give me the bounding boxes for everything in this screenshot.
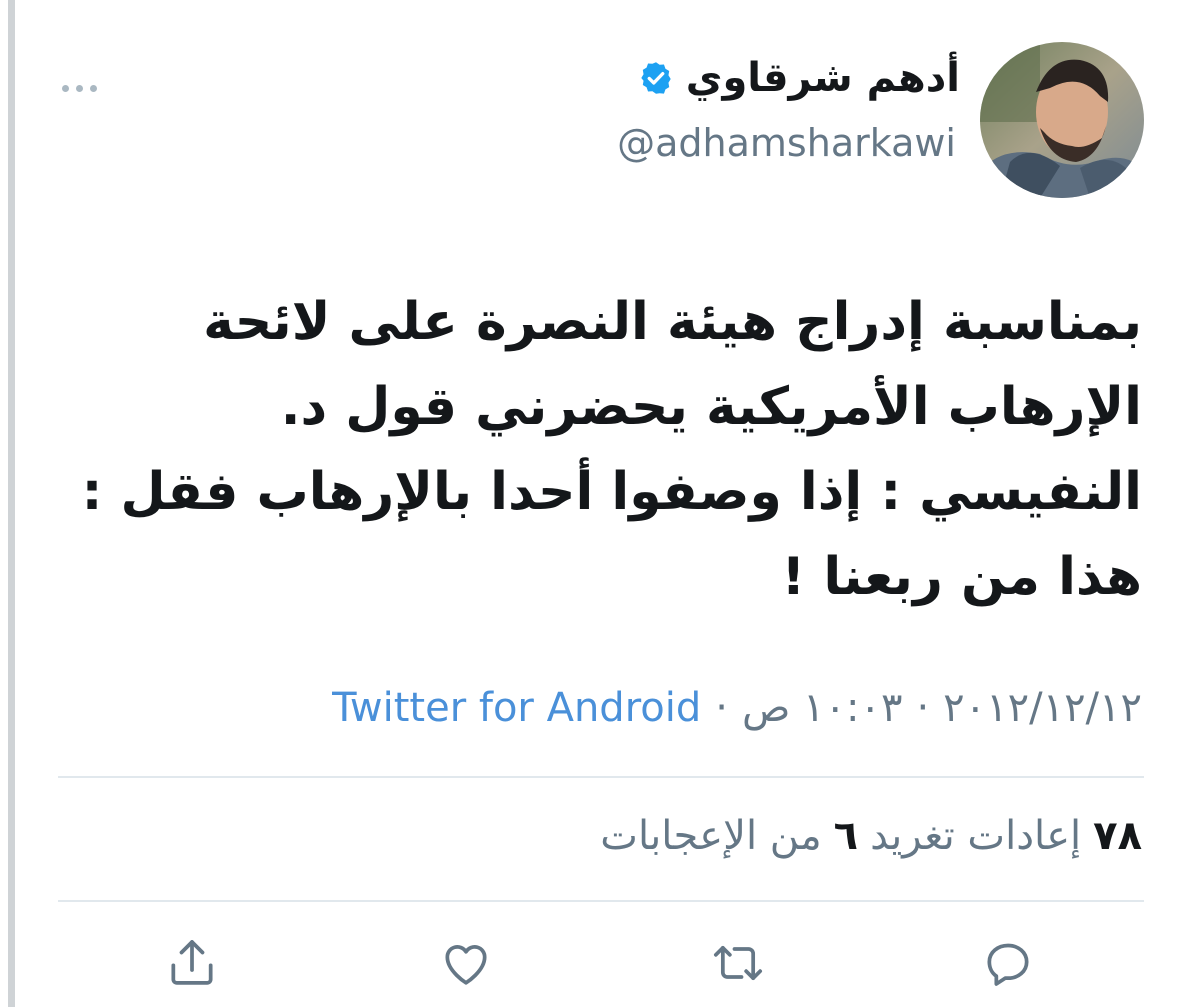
tweet-text-line: الإرهاب الأمريكية يحضرني قول د. — [280, 377, 1142, 437]
likes-count: ٦ — [833, 813, 859, 859]
like-icon[interactable] — [438, 935, 494, 991]
thread-line — [8, 0, 15, 1007]
avatar[interactable] — [980, 42, 1144, 198]
tweet-text: بمناسبة إدراج هيئة النصرة على لائحة الإر… — [81, 280, 1143, 620]
verified-badge-icon — [641, 62, 671, 94]
tweet-text-line: هذا من ربعنا ! — [781, 547, 1143, 607]
likes-stat[interactable]: ٦ من الإعجابات — [600, 816, 858, 856]
dot — [90, 84, 97, 92]
tweet-text-line: بمناسبة إدراج هيئة النصرة على لائحة — [203, 292, 1142, 352]
tweet-time[interactable]: ١٠:٠٣ ص — [742, 688, 903, 728]
tweet-text-line: النفيسي : إذا وصفوا أحدا بالإرهاب فقل : — [81, 462, 1142, 522]
dot — [76, 84, 83, 92]
more-options-icon[interactable] — [62, 78, 104, 98]
meta-separator: · — [916, 685, 930, 731]
retweet-icon[interactable] — [710, 935, 766, 991]
reply-icon[interactable] — [980, 935, 1036, 991]
author-display-name[interactable]: أدهم شرقاوي — [686, 58, 960, 98]
divider — [58, 900, 1144, 902]
meta-separator: · — [715, 685, 728, 731]
tweet-stats: ٧٨ إعادات تغريد ٦ من الإعجابات — [600, 816, 1142, 856]
tweet-meta: ٢٠١٢/١٢/١٢ · ١٠:٠٣ ص · Twitter for Andro… — [332, 688, 1142, 728]
likes-label: من الإعجابات — [600, 813, 822, 859]
dot — [62, 84, 69, 92]
author-handle[interactable]: @adhamsharkawi — [617, 124, 956, 162]
retweets-label: إعادات تغريد — [870, 813, 1082, 859]
author-row: أدهم شرقاوي — [638, 58, 960, 98]
retweets-stat[interactable]: ٧٨ إعادات تغريد — [870, 816, 1142, 856]
retweets-count: ٧٨ — [1093, 813, 1142, 859]
share-icon[interactable] — [164, 935, 220, 991]
tweet-source-link[interactable]: Twitter for Android — [332, 688, 701, 728]
tweet-page: أدهم شرقاوي @adhamsharkawi بمناسبة إدراج… — [0, 0, 1200, 1007]
tweet-date[interactable]: ٢٠١٢/١٢/١٢ — [943, 688, 1142, 728]
divider — [58, 776, 1144, 778]
